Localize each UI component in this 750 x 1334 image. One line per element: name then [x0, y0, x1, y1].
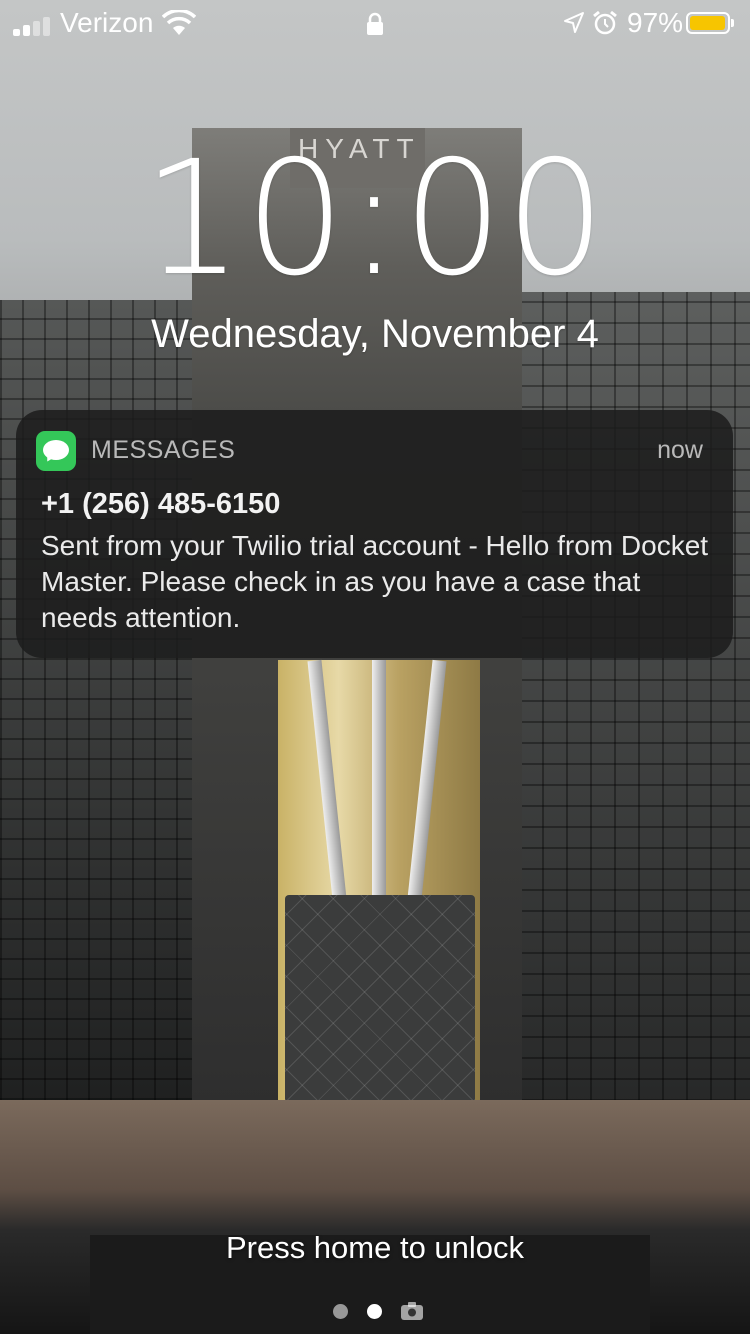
battery-nub [731, 19, 734, 27]
camera-icon[interactable] [400, 1301, 424, 1321]
battery-percentage: 97% [627, 7, 684, 38]
notification-body: Sent from your Twilio trial account - He… [41, 530, 709, 633]
wifi-icon [162, 10, 196, 35]
lock-screen-time: 10:00 [142, 127, 608, 311]
wallpaper-trophy-stem [372, 660, 386, 900]
carrier-name: Verizon [60, 7, 154, 38]
signal-bars-icon [13, 16, 53, 36]
lock-screen-date: Wednesday, November 4 [151, 312, 599, 356]
unlock-hint: Press home to unlock [225, 1230, 525, 1265]
location-arrow-icon [564, 12, 584, 33]
wallpaper-trophy [285, 895, 475, 1100]
alarm-icon [593, 10, 617, 35]
battery-level-fill [690, 16, 725, 30]
notification-app-name: MESSAGES [91, 436, 236, 464]
lock-icon [367, 12, 383, 35]
notification-timestamp: now [657, 436, 703, 464]
battery-icon [686, 12, 730, 34]
message-notification[interactable]: MESSAGES now +1 (256) 485-6150 Sent from… [16, 410, 733, 658]
status-bar: Verizon 97% [0, 0, 750, 48]
page-dot-inactive [333, 1304, 348, 1319]
page-dot-active [367, 1304, 382, 1319]
notification-sender: +1 (256) 485-6150 [41, 488, 281, 520]
messages-app-icon [36, 431, 76, 471]
